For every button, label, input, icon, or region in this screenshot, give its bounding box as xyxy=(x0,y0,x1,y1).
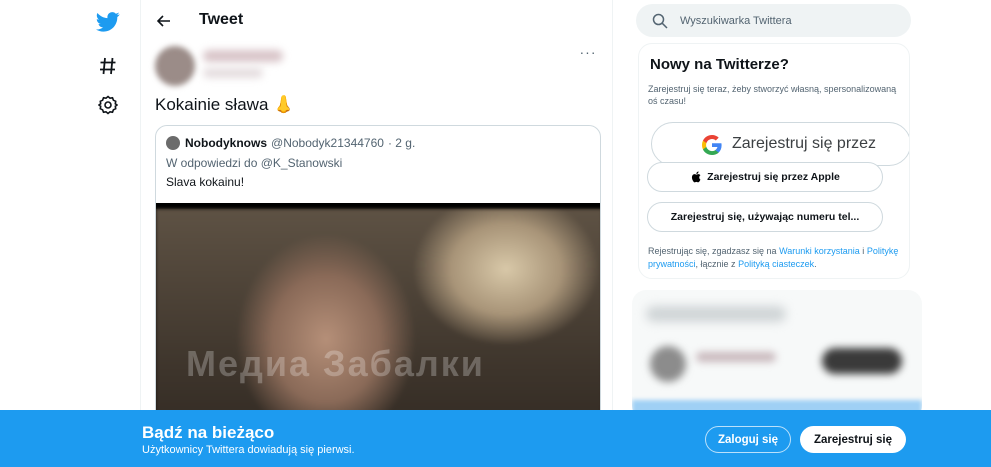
signup-terms: Rejestrując się, zgadzasz się na Warunki… xyxy=(648,245,909,271)
left-nav xyxy=(88,0,128,467)
terms-prefix: Rejestrując się, zgadzasz się na xyxy=(648,246,777,256)
login-button[interactable]: Zaloguj się xyxy=(705,426,791,453)
author-name-blurred xyxy=(203,50,283,62)
signup-card: Nowy na Twitterze? Zarejestruj się teraz… xyxy=(638,43,910,279)
apple-signup-label: Zarejestruj się przez Apple xyxy=(707,171,840,183)
cookies-link[interactable]: Polityką ciasteczek xyxy=(738,259,814,269)
settings-gear-icon[interactable] xyxy=(94,91,122,119)
blurred-name xyxy=(696,352,776,362)
terms-mid: , łącznie z xyxy=(695,259,736,269)
google-signup-label: Zarejestruj się przez xyxy=(732,135,877,152)
author-handle-blurred xyxy=(203,68,263,78)
more-options-icon[interactable]: ··· xyxy=(578,44,598,60)
hashtag-icon[interactable] xyxy=(94,52,122,80)
terms-end: . xyxy=(814,259,817,269)
avatar[interactable] xyxy=(166,136,180,150)
quoted-tweet-time: · 2 g. xyxy=(387,136,416,150)
signup-banner: Bądź na bieżąco Użytkownicy Twittera dow… xyxy=(0,410,991,467)
terms-and: i xyxy=(862,246,865,256)
back-arrow-icon[interactable] xyxy=(153,10,175,32)
apple-icon xyxy=(690,171,702,183)
reply-to-link[interactable]: @K_Stanowski xyxy=(261,156,343,170)
tweet-author[interactable] xyxy=(155,40,295,92)
terms-link[interactable]: Warunki korzystania xyxy=(779,246,860,256)
phone-signup-button[interactable]: Zarejestruj się, używając numeru tel... xyxy=(647,202,883,232)
quoted-tweet-header: Nobodyknows @Nobodyk21344760 · 2 g. xyxy=(166,136,415,150)
signup-button[interactable]: Zarejestruj się xyxy=(800,426,906,453)
search-bar[interactable] xyxy=(636,4,911,37)
signup-card-description: Zarejestruj się teraz, żeby stworzyć wła… xyxy=(648,84,897,106)
reply-prefix: W odpowiedzi do xyxy=(166,156,258,170)
search-input[interactable] xyxy=(680,4,900,37)
phone-signup-label: Zarejestruj się, używając numeru tel... xyxy=(670,211,860,223)
google-signup-button[interactable]: Zarejestruj się przez xyxy=(651,122,909,166)
search-icon xyxy=(652,13,668,29)
apple-signup-button[interactable]: Zarejestruj się przez Apple xyxy=(647,162,883,192)
quoted-tweet-text: Slava kokainu! xyxy=(166,175,245,189)
blurred-suggestions-card xyxy=(632,290,922,420)
blurred-heading xyxy=(646,306,786,322)
tweet-text: Kokainie sława 👃 xyxy=(155,95,295,114)
page-header: Tweet xyxy=(141,0,612,40)
quoted-author-name[interactable]: Nobodyknows xyxy=(185,136,267,150)
twitter-logo-icon[interactable] xyxy=(94,8,122,36)
banner-subtitle: Użytkownicy Twittera dowiadują się pierw… xyxy=(142,444,355,456)
banner-title: Bądź na bieżąco xyxy=(142,423,275,442)
avatar xyxy=(650,346,686,382)
signup-card-title: Nowy na Twitterze? xyxy=(650,56,789,73)
video-watermark: Медиа Забалки xyxy=(186,343,485,384)
avatar[interactable] xyxy=(155,46,195,86)
reply-context: W odpowiedzi do @K_Stanowski xyxy=(166,156,342,170)
page-title: Tweet xyxy=(199,11,244,28)
blurred-follow-button xyxy=(822,348,902,374)
main-column: Tweet ··· Kokainie sława 👃 Nobodyknows @… xyxy=(140,0,613,467)
google-icon xyxy=(702,135,722,155)
quoted-author-handle: @Nobodyk21344760 xyxy=(271,136,384,150)
